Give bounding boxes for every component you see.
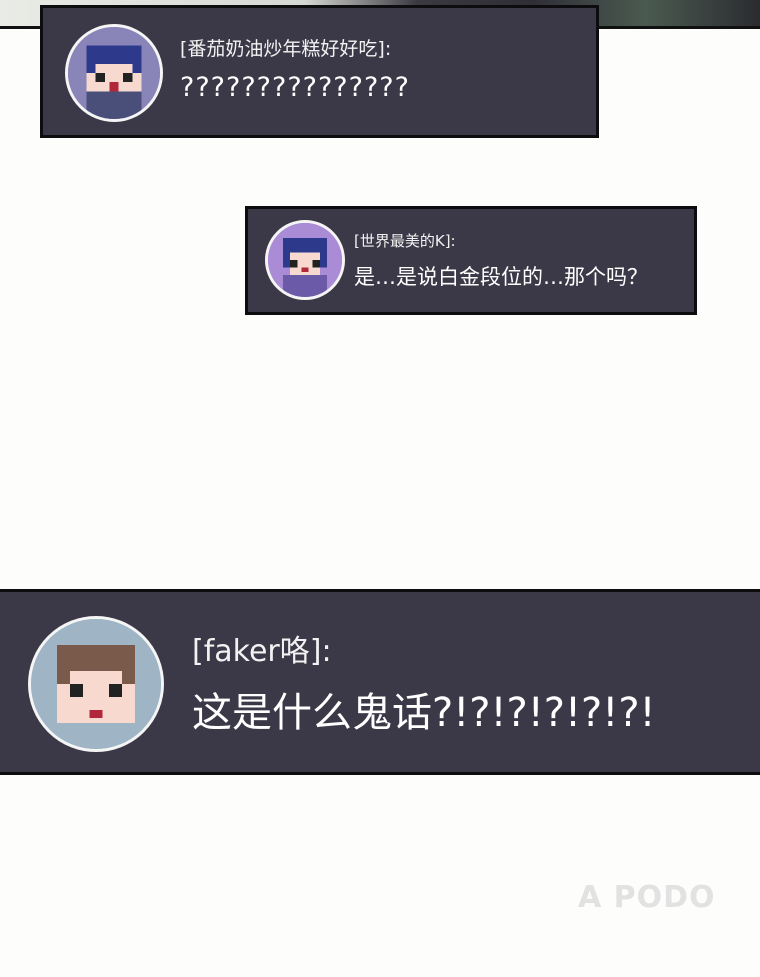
message-text: 这是什么鬼话?!?!?!?!?!?! <box>192 690 656 736</box>
sender-name: [faker咯]: <box>192 634 332 669</box>
chat-bubble-1: [番茄奶油炒年糕好好吃]: ??????????????? <box>40 5 599 138</box>
podo-watermark: A PODO <box>578 880 716 915</box>
chat-bubble-3: [faker咯]: 这是什么鬼话?!?!?!?!?!?! <box>0 589 760 775</box>
message-text: 是…是说白金段位的…那个吗？ <box>354 265 648 289</box>
message-text: ??????????????? <box>180 72 410 103</box>
pixel-boy-avatar-icon <box>65 24 163 122</box>
pixel-brown-hair-avatar-icon <box>28 616 164 752</box>
sender-name: [世界最美的K]: <box>354 232 456 250</box>
sender-name: [番茄奶油炒年糕好好吃]: <box>180 38 392 60</box>
pixel-girl-avatar-icon <box>265 220 345 300</box>
chat-bubble-2: [世界最美的K]: 是…是说白金段位的…那个吗？ <box>245 206 697 315</box>
